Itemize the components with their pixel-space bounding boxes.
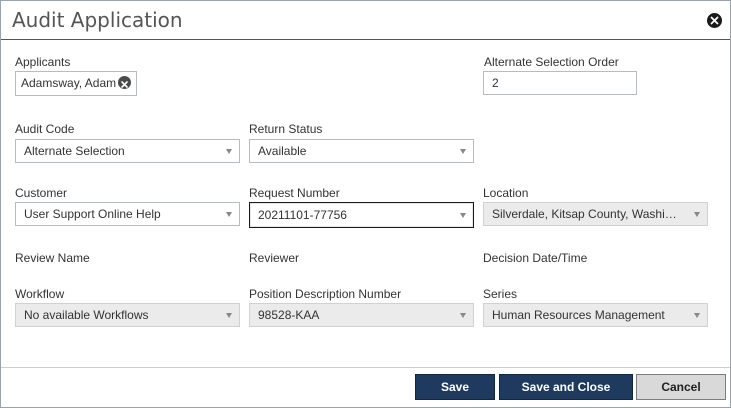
- location-label: Location: [483, 186, 529, 200]
- series-value: Human Resources Management: [492, 308, 665, 322]
- audit-application-dialog: Audit Application Applicants Adamsway, A…: [0, 0, 731, 408]
- save-and-close-button[interactable]: Save and Close: [499, 374, 633, 400]
- location-select[interactable]: Silverdale, Kitsap County, Washing...: [483, 202, 708, 226]
- applicant-chip-label: Adamsway, Adam: [21, 76, 117, 90]
- chevron-down-icon: [460, 213, 466, 218]
- position-description-label: Position Description Number: [249, 287, 402, 301]
- request-number-value: 20211101-77756: [258, 208, 347, 222]
- dialog-title: Audit Application: [12, 8, 183, 32]
- close-icon[interactable]: [707, 13, 722, 28]
- cancel-button[interactable]: Cancel: [636, 374, 726, 400]
- save-button[interactable]: Save: [415, 374, 495, 400]
- reviewer-label: Reviewer: [249, 251, 300, 265]
- series-select[interactable]: Human Resources Management: [483, 303, 708, 327]
- chevron-down-icon: [694, 313, 700, 318]
- workflow-value: No available Workflows: [24, 308, 149, 322]
- workflow-select[interactable]: No available Workflows: [15, 303, 240, 327]
- chevron-down-icon: [226, 313, 232, 318]
- chevron-down-icon: [226, 149, 232, 154]
- chevron-down-icon: [694, 212, 700, 217]
- alternate-selection-order-input[interactable]: 2: [483, 71, 637, 95]
- request-number-label: Request Number: [249, 186, 340, 200]
- location-value: Silverdale, Kitsap County, Washing...: [492, 207, 689, 221]
- customer-value: User Support Online Help: [24, 207, 161, 221]
- return-status-value: Available: [258, 144, 307, 158]
- audit-code-value: Alternate Selection: [24, 144, 125, 158]
- request-number-select[interactable]: 20211101-77756: [249, 202, 474, 228]
- return-status-label: Return Status: [249, 122, 323, 136]
- decision-date-label: Decision Date/Time: [483, 251, 588, 265]
- audit-code-select[interactable]: Alternate Selection: [15, 139, 240, 163]
- chevron-down-icon: [460, 149, 466, 154]
- workflow-label: Workflow: [15, 287, 65, 301]
- position-description-value: 98528-KAA: [258, 308, 320, 322]
- dialog-footer: Save Save and Close Cancel: [1, 367, 730, 407]
- review-name-label: Review Name: [15, 251, 90, 265]
- series-label: Series: [483, 287, 518, 301]
- applicants-label: Applicants: [15, 55, 71, 69]
- customer-select[interactable]: User Support Online Help: [15, 202, 240, 226]
- alternate-selection-order-label: Alternate Selection Order: [484, 55, 619, 69]
- position-description-select[interactable]: 98528-KAA: [249, 303, 474, 327]
- chevron-down-icon: [226, 212, 232, 217]
- audit-code-label: Audit Code: [15, 122, 75, 136]
- chevron-down-icon: [460, 313, 466, 318]
- alternate-selection-order-value: 2: [492, 76, 499, 90]
- customer-label: Customer: [15, 186, 68, 200]
- remove-applicant-icon[interactable]: [118, 76, 131, 89]
- dialog-header: Audit Application: [1, 1, 730, 40]
- return-status-select[interactable]: Available: [249, 139, 474, 163]
- applicant-chip: Adamsway, Adam: [15, 71, 137, 96]
